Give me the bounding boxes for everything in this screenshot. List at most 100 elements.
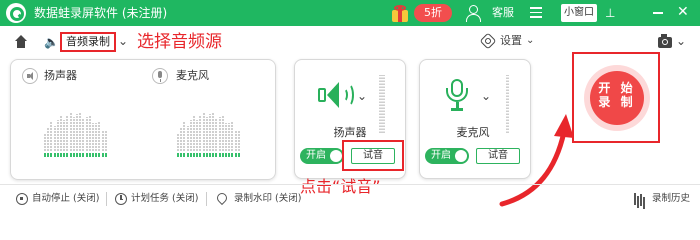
record-line-1: 开 始 [598,81,636,95]
meter-bar [196,120,199,151]
footer-divider [106,192,107,206]
meter-bar [202,112,205,151]
meter-bar-active [177,153,179,157]
meter-bar [85,117,88,151]
footer-bar [0,184,700,212]
meter-bar-active [202,153,205,157]
microphone-icon [152,68,168,84]
meter-bar [205,117,208,151]
panel-mic-label: 麦克风 [176,69,209,82]
meter-bar [237,130,240,151]
menu-icon[interactable] [530,7,542,19]
meter-bar [209,114,211,151]
customer-service-button[interactable]: 客服 [492,5,514,21]
speaker-toggle[interactable]: 开启 [300,148,344,164]
meter-bar-active [50,153,53,157]
meter-bar [212,112,215,151]
meter-bar-active [183,153,186,157]
watermark-button[interactable]: 录制水印 (关闭) [234,192,301,206]
promo-badge[interactable]: 5折 [414,4,452,22]
meter-bar [53,126,56,151]
meter-bar [44,133,46,151]
mini-window-button[interactable]: 小窗口 [561,4,597,22]
meter-bar-active [98,153,101,157]
meter-bar [98,122,101,151]
mic-toggle[interactable]: 开启 [425,148,469,164]
camera-chevron-down-icon[interactable]: ⌄ [676,33,686,49]
meter-bar [79,112,82,151]
meter-bar-active [234,153,237,157]
auto-stop-icon[interactable] [16,193,28,205]
close-icon[interactable]: ✕ [677,4,689,20]
test-button-highlight [342,140,404,171]
auto-stop-button[interactable]: 自动停止 (关闭) [32,192,99,206]
meter-bar [221,116,224,151]
minimize-icon[interactable] [653,12,663,14]
gear-icon[interactable] [479,32,497,50]
mic-device-chevron-down-icon[interactable]: ⌄ [481,89,491,103]
meter-bar-active [237,153,240,157]
meter-bar [180,127,183,151]
meter-bar-active [47,153,50,157]
meter-bar [189,120,192,151]
meter-bar-active [218,153,221,157]
meter-bar-active [189,153,192,157]
meter-bar-active [66,153,69,157]
meter-bar-active [76,153,78,157]
meter-bar-active [56,153,59,157]
meter-bar [183,122,186,151]
meter-bar-active [69,153,72,157]
meter-bar-active [88,153,91,157]
user-icon[interactable] [466,5,481,22]
annotation-select-source: 选择音频源 [137,32,222,52]
meter-bar [72,117,75,151]
meter-bar-active [231,153,234,157]
meter-bar [218,117,221,151]
speaker-icon: 🔈 [44,35,59,49]
footer-divider [206,192,207,206]
meter-bar [193,116,195,151]
history-icon[interactable] [634,193,646,205]
meter-bar [199,116,202,151]
speaker-card-label: 扬声器 [333,126,367,139]
speaker-level-meter [44,103,108,157]
meter-bar-active [180,153,183,157]
mic-card-label: 麦克风 [456,126,490,139]
meter-bar-active [196,153,199,157]
settings-button[interactable]: 设置 [500,34,522,48]
speaker-device-chevron-down-icon[interactable]: ⌄ [357,89,367,103]
record-history-button[interactable]: 录制历史 [652,192,690,206]
meter-bar [47,127,50,151]
meter-bar-active [221,153,224,157]
pin-icon[interactable]: ⊥ [605,5,615,21]
meter-bar-active [212,153,215,157]
audio-source-select[interactable]: 音频录制 [60,32,116,52]
meter-bar [56,120,59,151]
meter-bar-active [63,153,66,157]
meter-bar-active [72,153,75,157]
meter-bar [215,119,218,151]
meter-bar [76,114,78,151]
speaker-icon [22,68,38,84]
start-record-button[interactable]: 开 始 录 制 [590,71,644,125]
meter-bar [95,123,98,151]
home-icon[interactable] [14,35,28,48]
meter-bar-active [82,153,85,157]
mic-level-meter [177,103,241,157]
camera-icon[interactable] [658,34,672,48]
chevron-down-icon[interactable]: ⌄ [118,32,128,50]
meter-bar-active [92,153,94,157]
clock-icon[interactable] [115,193,127,205]
meter-bar [231,122,234,151]
mic-toggle-label: 开启 [431,150,451,161]
meter-bar-active [193,153,195,157]
gift-icon[interactable] [390,3,410,23]
meter-bar-active [186,153,189,157]
meter-bar [63,120,66,151]
schedule-task-button[interactable]: 计划任务 (关闭) [131,192,198,206]
settings-chevron-down-icon[interactable]: ⌄ [526,33,534,49]
meter-bar-active [85,153,88,157]
app-logo-icon [6,3,26,23]
meter-bar-active [215,153,218,157]
panel-speaker-label: 扬声器 [44,69,77,82]
